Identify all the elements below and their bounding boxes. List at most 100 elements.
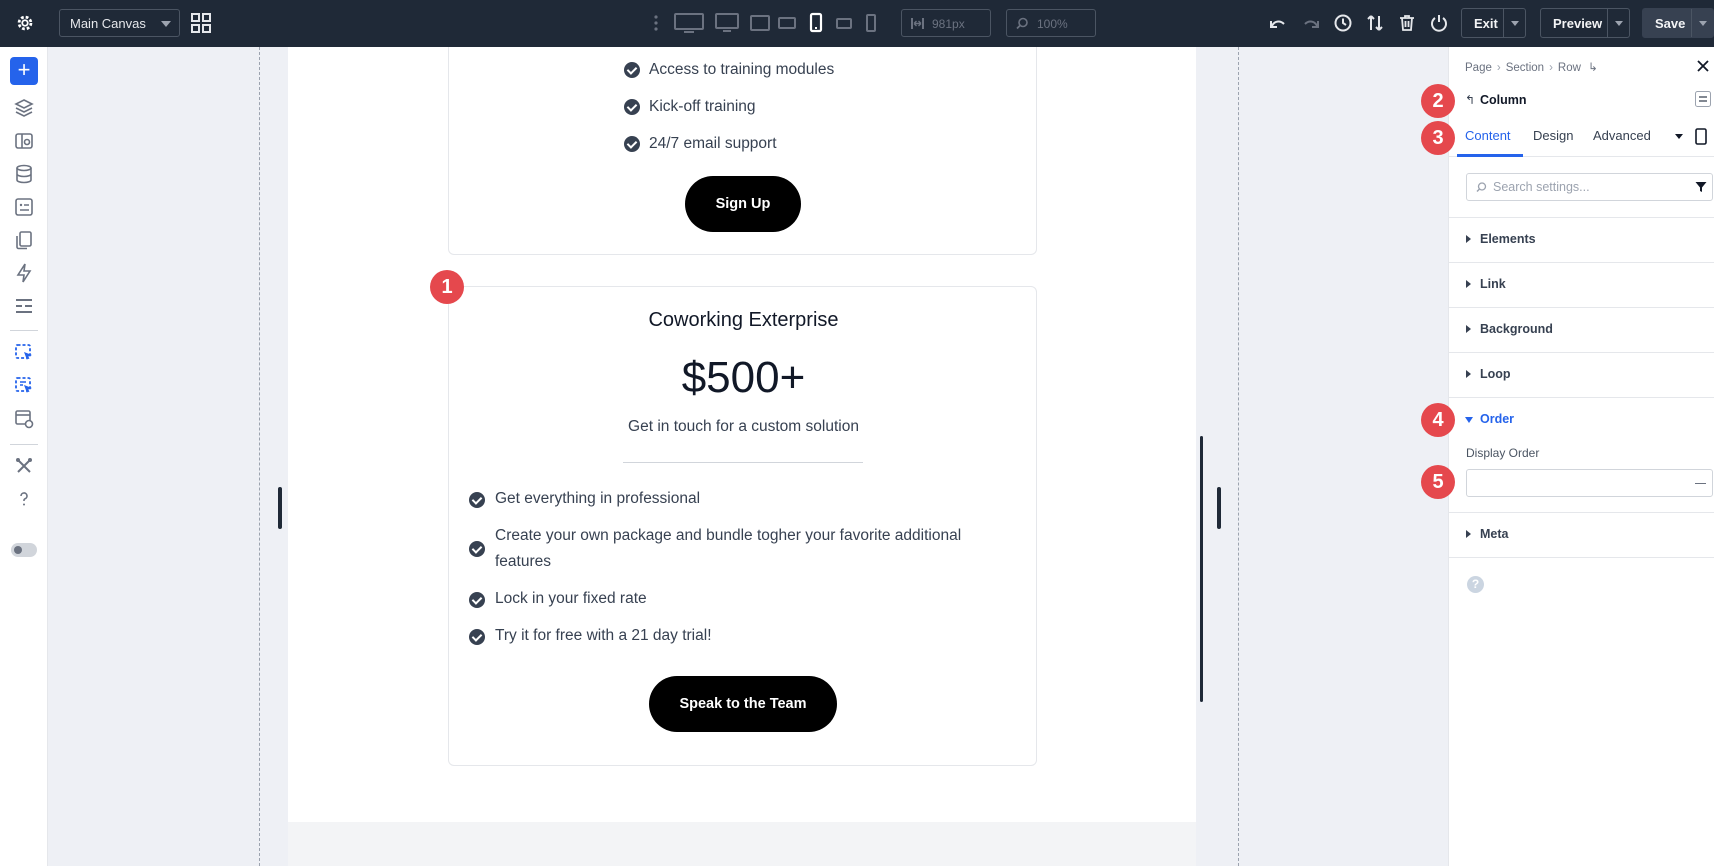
preview-button[interactable]: Preview: [1540, 8, 1630, 38]
theme-builder-icon[interactable]: [13, 130, 35, 152]
exit-dropdown-toggle[interactable]: [1503, 9, 1525, 37]
resize-handle-left[interactable]: [278, 487, 282, 529]
zoom-value: 100%: [1037, 17, 1068, 31]
child-arrow-icon: ↳: [1588, 62, 1598, 74]
canvas-width-value: 981px: [932, 17, 965, 31]
trash-icon[interactable]: [1397, 13, 1417, 33]
group-label: Meta: [1480, 527, 1509, 541]
zoom-input[interactable]: 100%: [1006, 9, 1096, 37]
select-multiple-icon[interactable]: [13, 375, 35, 397]
database-icon[interactable]: [13, 163, 35, 185]
dark-mode-toggle[interactable]: [11, 543, 37, 557]
tablet-portrait-icon[interactable]: [808, 12, 824, 34]
panel-title: Column: [1480, 93, 1527, 107]
filter-icon[interactable]: [1695, 181, 1707, 193]
desktop-wide-icon[interactable]: [674, 12, 704, 34]
group-link[interactable]: Link: [1449, 262, 1714, 307]
phone-portrait-icon[interactable]: [864, 12, 878, 34]
speak-to-team-button[interactable]: Speak to the Team: [649, 676, 837, 732]
history-icon[interactable]: [1333, 13, 1353, 33]
tabs-dropdown-icon[interactable]: [1675, 134, 1683, 139]
phone-landscape-icon[interactable]: [836, 12, 852, 34]
step-badge-4: 4: [1421, 403, 1455, 437]
layers-icon[interactable]: [13, 97, 35, 119]
tools-icon[interactable]: [13, 455, 35, 477]
chevron-down-icon: [161, 21, 171, 27]
resize-handle-right[interactable]: [1217, 487, 1221, 529]
canvas-guide-right: [1238, 47, 1239, 866]
tablet-small-icon[interactable]: [778, 12, 796, 34]
settings-search-input[interactable]: Search settings...: [1466, 173, 1713, 201]
breadcrumb-section[interactable]: Section: [1506, 62, 1544, 74]
pricing-card-professional[interactable]: Access to training modules Kick-off trai…: [448, 47, 1037, 255]
breadcrumb-page[interactable]: Page: [1465, 62, 1492, 74]
settings-panel: Page › Section › Row ↳ ↰ Column Content Desi…: [1448, 47, 1714, 866]
sort-arrows-icon[interactable]: [1365, 13, 1385, 33]
save-label: Save: [1655, 16, 1686, 31]
group-meta[interactable]: Meta: [1449, 512, 1714, 557]
canvas-scrollbar[interactable]: [1200, 436, 1203, 702]
canvas-select[interactable]: Main Canvas: [59, 9, 180, 37]
group-background[interactable]: Background: [1449, 307, 1714, 352]
check-circle-icon: [469, 541, 485, 557]
sign-up-button[interactable]: Sign Up: [685, 176, 801, 232]
settings-gear-icon[interactable]: [14, 12, 36, 34]
panel-divider: [1449, 557, 1714, 558]
minus-icon[interactable]: [1695, 483, 1706, 484]
grid-layout-icon[interactable]: [191, 13, 211, 33]
sidebar-divider: [10, 330, 38, 331]
preview-layout-icon[interactable]: [13, 408, 35, 430]
pages-icon[interactable]: [13, 229, 35, 251]
card-divider: [623, 462, 863, 463]
panel-options-icon[interactable]: [1695, 91, 1711, 107]
caret-right-icon: [1466, 325, 1471, 333]
form-fields-icon[interactable]: [13, 295, 35, 317]
save-button[interactable]: Save: [1642, 8, 1714, 38]
back-arrow-icon[interactable]: ↰: [1465, 93, 1475, 107]
lightning-icon[interactable]: [13, 262, 35, 284]
undo-icon[interactable]: [1268, 13, 1288, 33]
caret-right-icon: [1466, 280, 1471, 288]
tab-design[interactable]: Design: [1533, 128, 1573, 143]
exit-button[interactable]: Exit: [1461, 8, 1526, 38]
card-subtitle: Get in touch for a custom solution: [628, 418, 859, 435]
active-tab-indicator: [1457, 154, 1523, 157]
desktop-icon[interactable]: [715, 12, 739, 34]
feature-text: Get everything in professional: [495, 490, 701, 507]
check-circle-icon: [624, 136, 640, 152]
group-loop[interactable]: Loop: [1449, 352, 1714, 397]
caret-right-icon: [1466, 530, 1471, 538]
feature-text: Try it for free with a 21 day trial!: [495, 627, 712, 644]
tablet-landscape-icon[interactable]: [750, 12, 770, 34]
help-icon[interactable]: ?: [1467, 576, 1484, 593]
width-arrows-icon: [911, 18, 924, 29]
feature-text-continued: features: [495, 553, 552, 570]
add-element-button[interactable]: +: [10, 57, 38, 85]
tab-advanced[interactable]: Advanced: [1593, 128, 1651, 143]
breadcrumb: Page › Section › Row ↳: [1465, 62, 1598, 74]
preview-label: Preview: [1553, 16, 1603, 31]
exit-label: Exit: [1474, 16, 1498, 31]
pricing-card-enterprise[interactable]: Coworking Exterprise $500+ Get in touch …: [448, 286, 1037, 766]
search-icon: [1476, 182, 1487, 193]
redo-icon[interactable]: [1301, 13, 1321, 33]
modules-icon[interactable]: [13, 196, 35, 218]
card-title: Coworking Exterprise: [648, 309, 839, 331]
display-order-input[interactable]: [1466, 469, 1713, 497]
help-question-icon[interactable]: [13, 488, 35, 510]
step-badge-2: 2: [1421, 84, 1455, 118]
select-element-icon[interactable]: [13, 342, 35, 364]
group-elements[interactable]: Elements: [1449, 217, 1714, 262]
close-icon[interactable]: [1696, 59, 1710, 73]
canvas-width-input[interactable]: 981px: [901, 9, 991, 37]
preview-dropdown-toggle[interactable]: [1607, 9, 1629, 37]
tab-content[interactable]: Content: [1465, 128, 1511, 143]
device-preview-icon[interactable]: [1695, 128, 1707, 145]
panel-tabs: Content Design Advanced: [1449, 117, 1714, 157]
more-vertical-icon[interactable]: [650, 14, 662, 32]
caret-down-icon: [1465, 417, 1473, 423]
power-icon[interactable]: [1429, 13, 1449, 33]
save-dropdown-toggle[interactable]: [1691, 9, 1713, 37]
breadcrumb-row[interactable]: Row: [1558, 62, 1581, 74]
step-badge-1: 1: [430, 270, 464, 304]
